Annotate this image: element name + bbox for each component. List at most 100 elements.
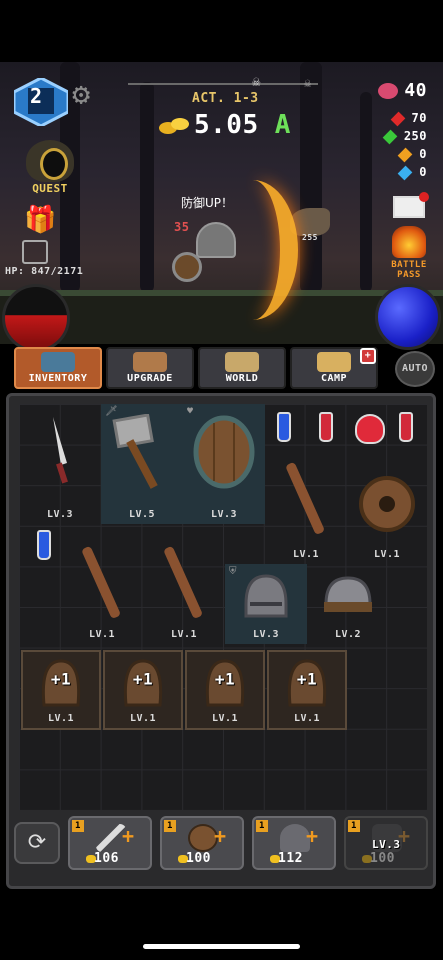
resource-green: 250 [382,129,427,144]
boss-skull-icon: ☠ [304,76,312,90]
inventory-slot-hammer[interactable]: 🗡 LV.5 [101,404,183,524]
red-potion-icon[interactable] [399,412,413,442]
map-scroll-icon [225,352,259,372]
inventory-slot-club[interactable]: LV.1 [143,540,225,644]
inventory-slot-cape[interactable]: +1 LV.1 [267,650,347,730]
item-level: LV.1 [170,629,198,640]
craft-weapon-button[interactable]: 1 + 106 [68,816,152,870]
chest-icon [41,352,75,372]
damage-number: 35 [174,220,190,234]
quest-label: QUEST [32,182,68,195]
resource-red-count: 70 [411,111,427,125]
red-crystal-icon [390,111,405,126]
home-indicator[interactable] [143,944,300,949]
craft-level-tag: 1 [348,820,360,832]
item-level: LV.1 [293,713,321,724]
blacksmith-icon [133,352,167,372]
red-potion-icon[interactable] [319,412,333,442]
tab-world[interactable]: WORLD [198,347,286,389]
dagger-icon [53,417,68,484]
inventory-slot-club[interactable]: LV.1 [61,540,143,644]
gem-count: 40 [404,80,427,101]
inventory-slot-cape[interactable]: +1 LV.1 [103,650,183,730]
tree-silhouette [140,82,154,292]
inventory-slot-helmet[interactable]: ⛨ LV.3 [225,564,307,644]
battle-pass-button[interactable]: BATTLE PASS [385,226,433,280]
buff-text: 防御UP！ [181,196,234,210]
battle-pass-label: BATTLE PASS [391,260,427,280]
craft-cost: 100 [370,851,395,866]
gem-counter: 40 [378,80,427,101]
tree-silhouette [360,92,372,292]
gear-icon[interactable]: ⚙ [72,80,102,110]
plus-icon: + [214,824,227,848]
upgrade-plus-label: +1 [296,669,318,689]
item-level: LV.3 [46,509,74,520]
wooden-buckler-icon [359,476,415,532]
mp-orb [375,284,441,350]
craft-level-tag: 1 [164,820,176,832]
tab-upgrade[interactable]: UPGRADE [106,347,194,389]
act-label: ACT. 1-3 [192,91,259,106]
auto-button[interactable]: AUTO [395,351,435,387]
craft-shield-button[interactable]: 1 + 100 [160,816,244,870]
item-level: LV.2 [334,629,362,640]
resource-green-count: 250 [403,129,427,143]
item-level: LV.3 [210,509,238,520]
quest-button[interactable]: QUEST [20,140,80,195]
item-level: LV.1 [373,549,401,560]
green-crystal-icon [382,129,398,144]
tab-label: WORLD [225,373,259,384]
damage-number: 255 [302,233,318,242]
item-level: LV.1 [129,713,157,724]
character-card-icon[interactable] [22,240,48,264]
inventory-slot-cap[interactable]: LV.2 [307,564,389,644]
item-level: LV.1 [292,549,320,560]
hp-orb [2,284,70,352]
craft-cost: 106 [94,851,119,866]
inventory-grid: LV.3 🗡 LV.5 ♥ LV.3 LV.1 LV.1 LV.1 LV.1 ⛨… [19,404,427,810]
plus-icon: + [122,824,135,848]
mail-icon[interactable] [393,192,429,218]
craft-bar: ⟳ 1 + 106 1 + 100 1 + 112 1 + LV.3 100 [6,812,436,882]
red-flask-icon[interactable] [355,414,385,444]
craft-helmet-button[interactable]: 1 + 112 [252,816,336,870]
item-level: LV.3 [252,629,280,640]
hp-readout: HP: 847/2171 [5,266,84,277]
hammer-icon [112,414,158,489]
resource-red: 70 [390,111,427,126]
tree-silhouette [300,62,322,292]
craft-armor-button-locked[interactable]: 1 + LV.3 100 [344,816,428,870]
tab-label: INVENTORY [28,373,88,384]
resource-orange: 0 [397,147,427,162]
stage-progress-line [128,83,318,85]
inventory-slot-buckler[interactable]: LV.1 [347,464,427,564]
tab-inventory[interactable]: INVENTORY [14,347,102,389]
item-level: LV.1 [88,629,116,640]
wooden-club-icon [82,546,120,618]
inventory-slot-dagger[interactable]: LV.3 [19,404,101,524]
item-level: LV.1 [47,713,75,724]
gift-icon[interactable]: 🎁 [24,205,56,235]
gold-coins-icon [159,118,189,134]
craft-requirement: LV.3 [372,838,401,851]
inventory-slot-cape[interactable]: +1 LV.1 [185,650,265,730]
sort-refresh-button[interactable]: ⟳ [14,822,60,864]
upgrade-plus-label: +1 [214,669,236,689]
upgrade-plus-label: +1 [132,669,154,689]
refresh-icon: ⟳ [27,830,47,855]
blue-potion-icon[interactable] [277,412,291,442]
inventory-slot-club[interactable]: LV.1 [265,454,347,564]
craft-level-tag: 1 [72,820,84,832]
blue-potion-icon[interactable] [37,530,51,560]
plus-icon: + [306,824,319,848]
iron-helmet-icon [244,574,288,618]
inventory-slot-shield[interactable]: ♥ LV.3 [183,404,265,524]
upgrade-plus-label: +1 [50,669,72,689]
inventory-slot-cape[interactable]: +1 LV.1 [21,650,101,730]
battle-pass-icon [392,226,426,258]
resource-orange-count: 0 [419,147,427,161]
orange-crystal-icon [397,147,413,162]
wooden-club-icon [164,546,202,618]
camp-notification-badge: + [360,348,376,364]
